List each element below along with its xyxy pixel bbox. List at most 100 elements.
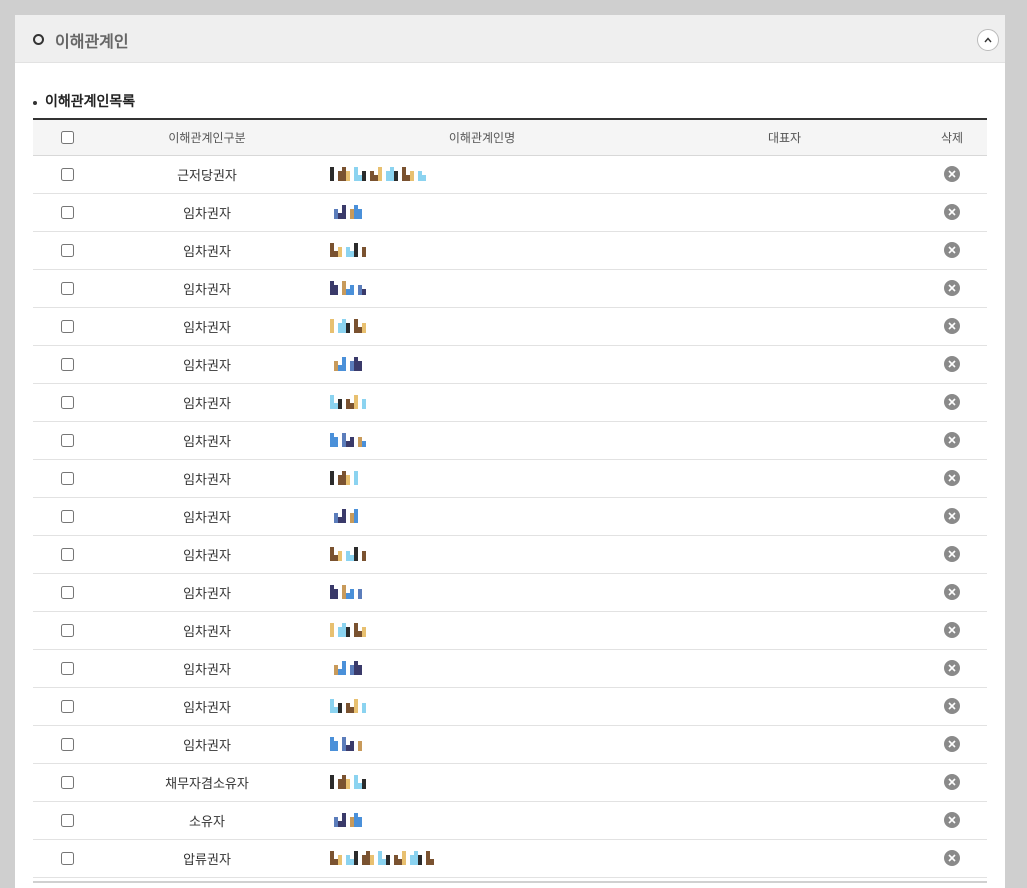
table-row: 임차권자 (33, 421, 987, 460)
representative-cell (652, 459, 917, 498)
row-checkbox[interactable] (61, 623, 74, 637)
delete-row-button[interactable] (944, 356, 960, 372)
delete-cell (917, 231, 987, 270)
stakeholder-name-cell (312, 231, 652, 270)
table-row: 임차권자 (33, 231, 987, 270)
row-checkbox[interactable] (61, 661, 74, 675)
stakeholder-type-cell: 소유자 (102, 801, 312, 840)
delete-cell (917, 269, 987, 308)
row-select-cell (33, 231, 102, 270)
table-row: 임차권자 (33, 725, 987, 764)
stakeholder-type-cell: 근저당권자 (102, 155, 312, 194)
stakeholder-type-cell: 임차권자 (102, 307, 312, 346)
row-checkbox[interactable] (61, 319, 74, 333)
close-circle-icon (948, 702, 956, 710)
row-select-cell (33, 269, 102, 308)
stakeholder-name-cell (312, 839, 652, 878)
stakeholder-type-cell: 채무자겸소유자 (102, 763, 312, 802)
row-checkbox[interactable] (61, 509, 74, 523)
row-checkbox[interactable] (61, 281, 74, 295)
delete-row-button[interactable] (944, 432, 960, 448)
delete-cell (917, 383, 987, 422)
close-circle-icon (948, 588, 956, 596)
row-checkbox[interactable] (61, 851, 74, 865)
redacted-name-pixelation (330, 623, 366, 637)
close-circle-icon (948, 550, 956, 558)
row-checkbox[interactable] (61, 699, 74, 713)
delete-row-button[interactable] (944, 850, 960, 866)
row-select-cell (33, 345, 102, 384)
table-row: 채무자겸소유자 (33, 763, 987, 802)
stakeholder-type-cell: 임차권자 (102, 231, 312, 270)
row-checkbox[interactable] (61, 395, 74, 409)
row-checkbox[interactable] (61, 813, 74, 827)
stakeholder-name-cell (312, 459, 652, 498)
close-circle-icon (948, 170, 956, 178)
panel-title: 이해관계인 (55, 32, 129, 51)
redacted-name-pixelation (330, 433, 366, 447)
representative-cell (652, 649, 917, 688)
panel-header: 이해관계인 (15, 15, 1005, 63)
representative-cell (652, 763, 917, 802)
delete-row-button[interactable] (944, 470, 960, 486)
collapse-button[interactable] (977, 29, 999, 51)
delete-row-button[interactable] (944, 394, 960, 410)
delete-cell (917, 535, 987, 574)
delete-row-button[interactable] (944, 622, 960, 638)
row-select-cell (33, 497, 102, 536)
delete-row-button[interactable] (944, 774, 960, 790)
select-all-header (33, 118, 102, 156)
row-checkbox[interactable] (61, 471, 74, 485)
row-checkbox[interactable] (61, 167, 74, 181)
row-checkbox[interactable] (61, 357, 74, 371)
row-select-cell (33, 763, 102, 802)
stakeholder-type-cell: 임차권자 (102, 383, 312, 422)
bullet-icon (33, 101, 37, 105)
representative-cell (652, 497, 917, 536)
delete-row-button[interactable] (944, 280, 960, 296)
stakeholder-name-cell (312, 383, 652, 422)
row-select-cell (33, 687, 102, 726)
delete-row-button[interactable] (944, 736, 960, 752)
redacted-name-pixelation (330, 167, 426, 181)
row-checkbox[interactable] (61, 585, 74, 599)
stakeholder-name-cell (312, 307, 652, 346)
delete-row-button[interactable] (944, 242, 960, 258)
delete-row-button[interactable] (944, 812, 960, 828)
delete-row-button[interactable] (944, 204, 960, 220)
stakeholder-table: 이해관계인구분 이해관계인명 대표자 삭제 근저당권자 임차권자 임차권자 임차권자 임… (33, 118, 987, 878)
section-title: 이해관계인목록 (33, 89, 987, 118)
stakeholder-name-cell (312, 193, 652, 232)
section-title-label: 이해관계인목록 (45, 94, 136, 110)
table-row: 임차권자 (33, 193, 987, 232)
close-circle-icon (948, 398, 956, 406)
delete-row-button[interactable] (944, 660, 960, 676)
row-checkbox[interactable] (61, 547, 74, 561)
delete-row-button[interactable] (944, 546, 960, 562)
close-circle-icon (948, 246, 956, 254)
delete-cell (917, 801, 987, 840)
stakeholder-list-section: 이해관계인목록 이해관계인구분 이해관계인명 대표자 삭제 근저당권자 임차권자… (33, 89, 987, 878)
row-checkbox[interactable] (61, 205, 74, 219)
redacted-name-pixelation (330, 699, 366, 713)
delete-row-button[interactable] (944, 166, 960, 182)
row-checkbox[interactable] (61, 737, 74, 751)
delete-row-button[interactable] (944, 584, 960, 600)
close-circle-icon (948, 436, 956, 444)
row-checkbox[interactable] (61, 243, 74, 257)
redacted-name-pixelation (330, 813, 366, 827)
representative-cell (652, 421, 917, 460)
representative-cell (652, 801, 917, 840)
delete-row-button[interactable] (944, 508, 960, 524)
delete-row-button[interactable] (944, 318, 960, 334)
delete-row-button[interactable] (944, 698, 960, 714)
redacted-name-pixelation (330, 471, 358, 485)
table-row: 임차권자 (33, 459, 987, 498)
select-all-checkbox[interactable] (61, 131, 74, 145)
stakeholder-name-cell (312, 649, 652, 688)
row-checkbox[interactable] (61, 433, 74, 447)
stakeholder-type-cell: 압류권자 (102, 839, 312, 878)
row-checkbox[interactable] (61, 775, 74, 789)
delete-cell (917, 687, 987, 726)
representative-cell (652, 155, 917, 194)
